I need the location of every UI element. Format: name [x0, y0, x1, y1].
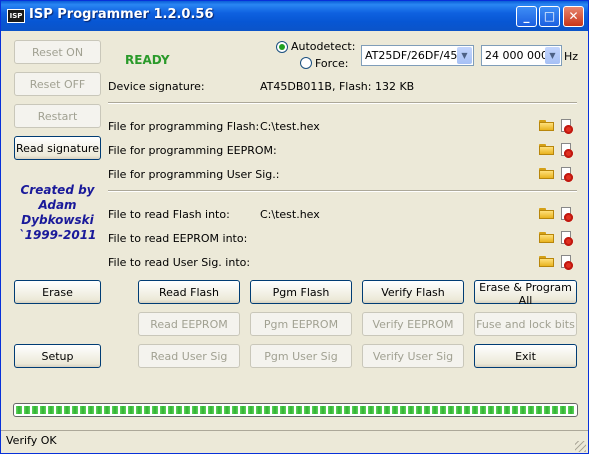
delete-file-icon[interactable] — [561, 167, 573, 182]
status-indicator: READY — [125, 53, 170, 67]
read-usersig-file-label: File to read User Sig. into: — [108, 256, 251, 269]
verify-flash-button[interactable]: Verify Flash — [362, 280, 464, 304]
separator — [108, 102, 577, 104]
pgm-flash-button[interactable]: Pgm Flash — [250, 280, 352, 304]
delete-file-icon[interactable] — [561, 143, 573, 158]
folder-open-icon[interactable] — [539, 232, 554, 243]
minimize-button[interactable]: _ — [516, 6, 537, 27]
folder-open-icon[interactable] — [539, 168, 554, 179]
status-bar-text: Verify OK — [6, 434, 57, 447]
program-eeprom-file-label: File for programming EEPROM: — [108, 144, 277, 157]
fuse-lock-bits-button[interactable]: Fuse and lock bits — [474, 312, 577, 336]
window-title: ISP Programmer 1.2.0.56 — [29, 7, 214, 22]
reset-on-button[interactable]: Reset ON — [14, 40, 101, 64]
delete-file-icon[interactable] — [561, 119, 573, 134]
erase-button[interactable]: Erase — [14, 280, 101, 304]
erase-program-all-button[interactable]: Erase & Program All — [474, 280, 577, 307]
delete-file-icon[interactable] — [561, 255, 573, 270]
verify-user-sig-button[interactable]: Verify User Sig — [362, 344, 464, 368]
delete-file-icon[interactable] — [561, 207, 573, 222]
folder-open-icon[interactable] — [539, 120, 554, 131]
status-bar: Verify OK — [1, 430, 588, 453]
chevron-down-icon[interactable]: ▼ — [457, 47, 472, 64]
program-flash-file-label: File for programming Flash: — [108, 120, 260, 133]
read-flash-file-path: C:\test.hex — [260, 208, 320, 221]
resize-grip-icon[interactable] — [575, 441, 586, 452]
credits-line: Created by — [20, 183, 95, 197]
verify-eeprom-button[interactable]: Verify EEPROM — [362, 312, 464, 336]
exit-button[interactable]: Exit — [474, 344, 577, 368]
progress-bar — [13, 403, 578, 417]
reset-off-button[interactable]: Reset OFF — [14, 72, 101, 96]
folder-open-icon[interactable] — [539, 144, 554, 155]
force-label: Force: — [315, 57, 349, 70]
autodetect-label: Autodetect: — [291, 40, 356, 53]
read-flash-file-label: File to read Flash into: — [108, 208, 230, 221]
pgm-eeprom-button[interactable]: Pgm EEPROM — [250, 312, 352, 336]
chevron-down-icon[interactable]: ▼ — [545, 47, 560, 64]
folder-open-icon[interactable] — [539, 208, 554, 219]
read-eeprom-button[interactable]: Read EEPROM — [138, 312, 240, 336]
program-usersig-file-label: File for programming User Sig.: — [108, 168, 280, 181]
app-window: ISP ISP Programmer 1.2.0.56 _ □ ✕ Reset … — [0, 0, 589, 454]
program-flash-file-path: C:\test.hex — [260, 120, 320, 133]
title-bar[interactable]: ISP ISP Programmer 1.2.0.56 _ □ ✕ — [1, 1, 588, 31]
device-select[interactable]: AT25DF/26DF/45 ▼ — [361, 45, 474, 66]
device-signature-value: AT45DB011B, Flash: 132 KB — [260, 80, 415, 93]
setup-button[interactable]: Setup — [14, 344, 101, 368]
credits-line: Dybkowski — [21, 213, 94, 227]
folder-open-icon[interactable] — [539, 256, 554, 267]
maximize-button[interactable]: □ — [539, 6, 560, 27]
device-signature-label: Device signature: — [108, 80, 205, 93]
separator — [108, 190, 577, 192]
frequency-unit: Hz — [564, 50, 579, 63]
restart-button[interactable]: Restart — [14, 104, 101, 128]
force-radio[interactable] — [300, 57, 312, 69]
credits-text: Created by Adam Dybkowski `1999-2011 — [14, 183, 101, 243]
pgm-user-sig-button[interactable]: Pgm User Sig — [250, 344, 352, 368]
read-flash-button[interactable]: Read Flash — [138, 280, 240, 304]
credits-line: Adam — [38, 198, 77, 212]
autodetect-radio[interactable] — [276, 41, 288, 53]
read-eeprom-file-label: File to read EEPROM into: — [108, 232, 248, 245]
close-button[interactable]: ✕ — [563, 6, 584, 27]
progress-bar-fill — [16, 406, 575, 414]
frequency-select[interactable]: 24 000 000 ▼ — [481, 45, 562, 66]
device-select-value: AT25DF/26DF/45 — [365, 49, 458, 62]
read-signature-button[interactable]: Read signature — [14, 136, 101, 160]
delete-file-icon[interactable] — [561, 231, 573, 246]
app-icon: ISP — [7, 9, 25, 23]
credits-line: `1999-2011 — [18, 228, 97, 242]
read-user-sig-button[interactable]: Read User Sig — [138, 344, 240, 368]
frequency-select-value: 24 000 000 — [485, 49, 548, 62]
